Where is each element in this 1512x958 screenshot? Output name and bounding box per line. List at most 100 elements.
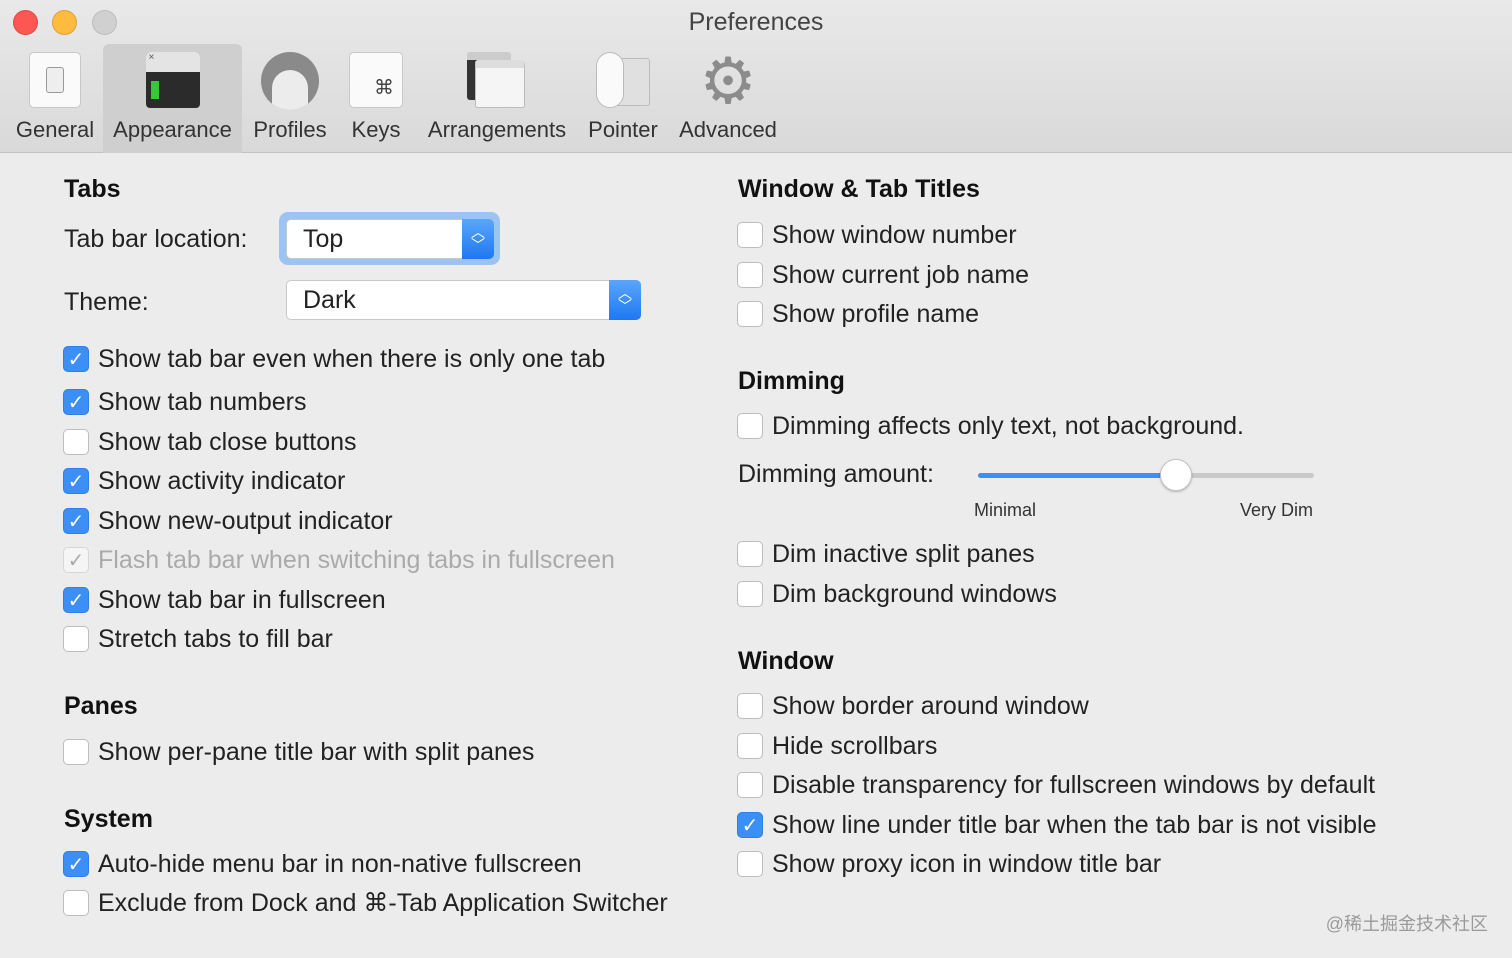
checkbox-label: Show line under title bar when the tab b…: [772, 810, 1377, 839]
slider-fill: [978, 473, 1177, 478]
tab-bar-location-value: Top: [303, 225, 344, 253]
checkbox[interactable]: [737, 301, 763, 327]
dimming-amount-slider[interactable]: [978, 459, 1314, 491]
checkbox-row[interactable]: ✓ Show tab bar in fullscreen: [63, 585, 386, 615]
checkbox-row[interactable]: Show tab close buttons: [63, 427, 357, 457]
tabs-heading: Tabs: [64, 175, 121, 203]
checkbox-label: Show new-output indicator: [98, 506, 393, 535]
toolbar-advanced[interactable]: ⚙ Advanced: [672, 44, 784, 153]
checkbox-label: Show tab close buttons: [98, 427, 357, 456]
checkbox-row[interactable]: ✓ Show line under title bar when the tab …: [737, 810, 1377, 840]
title-bar: Preferences General × Appearance Profiles ⌘ K…: [0, 0, 1512, 153]
checkmark-icon: ✓: [741, 814, 759, 837]
profile-person-icon: [261, 52, 319, 110]
checkmark-icon: ✓: [67, 853, 85, 876]
checkbox[interactable]: ✓: [63, 851, 89, 877]
toolbar-label: Pointer: [588, 117, 658, 142]
checkbox-label: Show profile name: [772, 299, 980, 328]
checkbox[interactable]: [737, 851, 763, 877]
checkbox[interactable]: [63, 626, 89, 652]
checkbox[interactable]: [63, 429, 89, 455]
checkbox[interactable]: ✓: [63, 547, 89, 573]
checkbox-label: Exclude from Dock and ⌘-Tab Application …: [98, 889, 668, 917]
checkbox-row[interactable]: ✓ Show activity indicator: [63, 466, 345, 496]
checkbox-row[interactable]: Exclude from Dock and ⌘-Tab Application …: [63, 888, 668, 918]
checkmark-icon: ✓: [67, 589, 85, 612]
checkbox-row[interactable]: Show proxy icon in window title bar: [737, 849, 1161, 879]
checkbox[interactable]: [737, 541, 763, 567]
general-switch-icon: [29, 52, 81, 108]
select-stepper-icon: ︿ ﹀: [462, 219, 494, 259]
checkbox-row[interactable]: Stretch tabs to fill bar: [63, 624, 333, 654]
tab-bar-location-select[interactable]: Top ︿ ﹀: [286, 219, 494, 259]
toolbar-pointer[interactable]: Pointer: [580, 44, 666, 153]
checkmark-icon: ✓: [67, 549, 85, 572]
checkbox[interactable]: [737, 413, 763, 439]
checkbox-label: Dim inactive split panes: [772, 539, 1035, 568]
watermark: @稀土掘金技术社区: [1325, 914, 1488, 934]
gear-icon: ⚙: [699, 45, 757, 117]
mouse-icon: [594, 52, 652, 110]
checkbox-label: Show border around window: [772, 691, 1089, 720]
checkbox-row[interactable]: Show current job name: [737, 260, 1029, 290]
checkbox-label: Show tab numbers: [98, 387, 307, 416]
checkbox-row[interactable]: ✓ Flash tab bar when switching tabs in fu…: [63, 545, 615, 575]
checkmark-icon: ✓: [67, 348, 85, 371]
checkmark-icon: ✓: [67, 391, 85, 414]
checkbox-label: Stretch tabs to fill bar: [98, 624, 333, 653]
checkbox-label: Hide scrollbars: [772, 731, 938, 760]
checkbox-row[interactable]: ✓ Auto-hide menu bar in non-native fullsc…: [63, 849, 582, 879]
checkbox[interactable]: [737, 693, 763, 719]
window-title: Preferences: [688, 8, 824, 36]
toolbar-label: General: [15, 117, 95, 142]
toolbar-arrangements[interactable]: Arrangements: [420, 44, 574, 153]
checkbox-row[interactable]: Dimming affects only text, not backgroun…: [737, 411, 1244, 441]
checkbox[interactable]: ✓: [737, 812, 763, 838]
slider-min-label: Minimal: [974, 500, 1037, 520]
toolbar-keys[interactable]: ⌘ Keys: [343, 44, 409, 153]
checkbox[interactable]: [63, 890, 89, 916]
checkbox-row[interactable]: Show border around window: [737, 691, 1089, 721]
checkbox-label: Auto-hide menu bar in non-native fullscr…: [98, 849, 582, 878]
checkmark-icon: ✓: [67, 510, 85, 533]
toolbar-general[interactable]: General: [8, 44, 102, 153]
checkbox-row[interactable]: ✓ Show tab bar even when there is only on…: [63, 344, 605, 374]
toolbar-label: Keys: [351, 117, 401, 142]
checkbox[interactable]: ✓: [63, 587, 89, 613]
toolbar-appearance[interactable]: × Appearance: [103, 44, 242, 153]
checkbox[interactable]: ✓: [63, 389, 89, 415]
checkbox-row[interactable]: ✓ Show tab numbers: [63, 387, 306, 417]
checkbox-row[interactable]: ✓ Show new-output indicator: [63, 506, 393, 536]
checkbox-row[interactable]: Disable transparency for fullscreen wind…: [737, 770, 1375, 800]
slider-thumb[interactable]: [1160, 459, 1193, 491]
checkbox[interactable]: [737, 733, 763, 759]
checkbox-row[interactable]: Hide scrollbars: [737, 731, 937, 761]
checkbox-label: Show tab bar even when there is only one…: [98, 344, 606, 373]
toolbar-label: Profiles: [253, 117, 327, 142]
checkbox[interactable]: [63, 739, 89, 765]
checkbox[interactable]: ✓: [63, 508, 89, 534]
checkbox-label: Show per-pane title bar with split panes: [98, 737, 535, 766]
checkbox[interactable]: [737, 262, 763, 288]
theme-select[interactable]: Dark ︿ ﹀: [286, 280, 641, 320]
checkbox-label: Show activity indicator: [98, 466, 346, 495]
window-heading: Window: [738, 647, 834, 675]
checkbox-row[interactable]: Show per-pane title bar with split panes: [63, 737, 534, 767]
checkbox[interactable]: [737, 581, 763, 607]
checkbox[interactable]: ✓: [63, 346, 89, 372]
appearance-window-icon: ×: [145, 52, 200, 108]
checkbox-row[interactable]: Dim inactive split panes: [737, 539, 1035, 569]
checkbox-label: Disable transparency for fullscreen wind…: [772, 770, 1376, 799]
theme-label: Theme:: [64, 288, 149, 316]
checkbox[interactable]: ✓: [63, 468, 89, 494]
checkbox-row[interactable]: Dim background windows: [737, 579, 1057, 609]
checkbox-row[interactable]: Show window number: [737, 220, 1017, 250]
tab-bar-location-label: Tab bar location:: [64, 225, 248, 253]
checkbox[interactable]: [737, 222, 763, 248]
toolbar-profiles[interactable]: Profiles: [247, 44, 333, 153]
checkbox-row[interactable]: Show profile name: [737, 299, 979, 329]
checkmark-icon: ✓: [67, 470, 85, 493]
arrangements-windows-icon: [467, 52, 527, 110]
checkbox[interactable]: [737, 772, 763, 798]
checkbox-label: Dimming affects only text, not backgroun…: [772, 411, 1244, 440]
